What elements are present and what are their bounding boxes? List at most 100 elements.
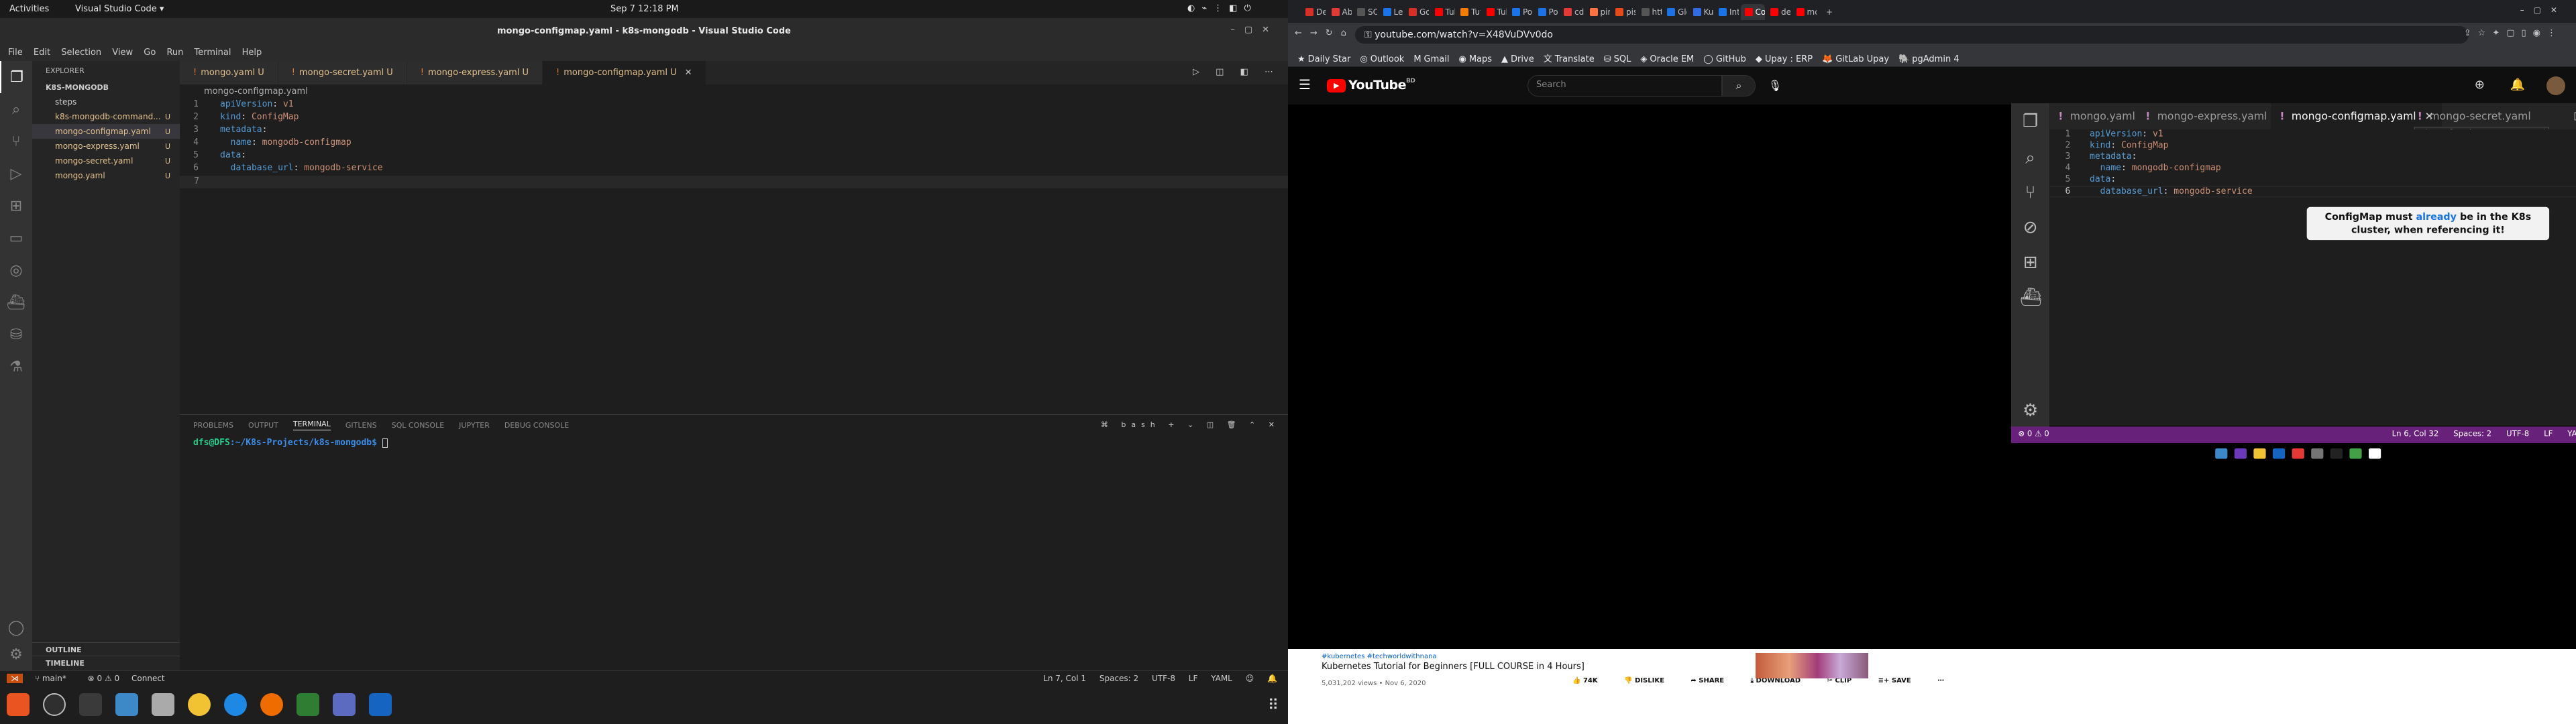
editor-tab[interactable]: ! mongo-express.yaml U [407, 61, 543, 84]
source-control-icon[interactable]: ⑂ [0, 125, 32, 158]
header-actions[interactable]: ⊕ 🔔 [2475, 78, 2536, 92]
search-input[interactable]: Search [1527, 75, 1722, 97]
code-editor[interactable]: 1 apiVersion: v1 2 kind: ConfigMap 3 metadata… [180, 99, 1288, 414]
breadcrumb[interactable]: mongo-configmap.yaml [180, 84, 1288, 99]
language-mode[interactable]: YAML [1211, 674, 1232, 683]
bookmark-item[interactable]: ◉ Maps [1458, 54, 1492, 64]
editor-actions[interactable]: ▷ ◫ ◧ ⋯ [1193, 67, 1280, 77]
browser-tab[interactable]: Go t [1405, 4, 1429, 20]
settings-app-icon[interactable] [43, 693, 66, 716]
bookmark-item[interactable]: ▲ Drive [1501, 54, 1534, 64]
branch-indicator[interactable]: ⑂ main* [35, 674, 76, 683]
dislike-button[interactable]: 👎 DISLIKE [1624, 677, 1676, 684]
bookmark-item[interactable]: 🐘 pgAdmin 4 [1898, 54, 1960, 64]
window-controls[interactable]: –▢✕ [2520, 5, 2567, 15]
browser-tab[interactable]: pis [1611, 4, 1635, 20]
browser-tab[interactable]: Pos [1534, 4, 1558, 20]
panel-tab[interactable]: GITLENS [345, 421, 377, 430]
ubuntu-icon[interactable] [7, 693, 30, 716]
browser-tab[interactable]: Glo [1663, 4, 1687, 20]
system-tray-icons[interactable]: ◐⌁⋮◧⏻ [1187, 3, 1258, 13]
menu-go[interactable]: Go [144, 48, 156, 58]
youtube-logo[interactable]: ▶ YouTubeBD [1327, 78, 1415, 93]
more-actions-icon[interactable]: ⋯ [1937, 677, 1944, 684]
eol[interactable]: LF [1189, 674, 1198, 683]
explorer-icon[interactable]: ❐ [0, 61, 32, 93]
bookmark-item[interactable]: ⛁ SQL [1604, 54, 1631, 64]
feedback-icon[interactable]: ☺ [1246, 674, 1254, 683]
panel-tab[interactable]: DEBUG CONSOLE [504, 421, 569, 430]
hashtags[interactable]: #kubernetes #techworldwithnana [1322, 653, 1437, 660]
bookmark-item[interactable]: ◎ Outlook [1360, 54, 1404, 64]
browser-tab[interactable]: Tub [1431, 4, 1455, 20]
files-app-icon[interactable] [115, 693, 138, 716]
test-icon[interactable]: ⚗ [0, 351, 32, 383]
browser-tab[interactable]: Abs [1328, 4, 1352, 20]
browser-tab[interactable]: http [1638, 4, 1662, 20]
menu-run[interactable]: Run [166, 48, 183, 58]
terminal-app-icon[interactable] [79, 693, 102, 716]
browser-tab[interactable]: pin [1586, 4, 1610, 20]
panel-tab[interactable]: PROBLEMS [193, 421, 233, 430]
database-icon[interactable]: ⛁ [0, 318, 32, 351]
editor-tab[interactable]: ! mongo-secret.yaml U [278, 61, 407, 84]
encoding[interactable]: UTF-8 [1152, 674, 1175, 683]
settings-gear-icon[interactable]: ⚙ [0, 638, 32, 670]
cursor-position[interactable]: Ln 7, Col 1 [1043, 674, 1086, 683]
menu-view[interactable]: View [112, 48, 133, 58]
panel-tab[interactable]: TERMINAL [292, 420, 331, 430]
browser-tab[interactable]: Kub [1689, 4, 1713, 20]
editor-tab[interactable]: ! mongo.yaml U [180, 61, 278, 84]
chrome-icon[interactable] [188, 693, 211, 716]
like-button[interactable]: 👍 74K [1572, 677, 1610, 684]
close-icon[interactable]: ✕ [685, 68, 692, 78]
project-folder[interactable]: K8S-MONGODB [32, 80, 180, 95]
activities-button[interactable]: Activities [9, 4, 49, 14]
indentation[interactable]: Spaces: 2 [1099, 674, 1138, 683]
breadcrumb-file[interactable]: mongo-configmap.yaml [204, 86, 308, 97]
file-item[interactable]: k8s-mongodb-command... U [32, 109, 180, 124]
bookmark-item[interactable]: 🦊 GitLab Upay [1822, 54, 1889, 64]
mic-icon[interactable]: 🎙 [1765, 76, 1785, 96]
browser-tab[interactable]: den [1766, 4, 1790, 20]
window-controls[interactable]: –▢✕ [1230, 25, 1279, 35]
panel-tab[interactable]: OUTPUT [248, 421, 278, 430]
run-debug-icon[interactable]: ▷ [0, 158, 32, 190]
outline-section[interactable]: OUTLINE [32, 642, 180, 657]
menu-edit[interactable]: Edit [34, 48, 50, 58]
file-manager-icon[interactable] [152, 693, 174, 716]
panel-actions[interactable]: ⌘ bash + ⌄ ◫ 🗑 ⌃ ✕ [1101, 420, 1280, 429]
file-item[interactable]: mongo-configmap.yaml U [32, 124, 180, 139]
file-item[interactable]: mongo-secret.yaml U [32, 154, 180, 168]
browser-tab[interactable]: Pos [1508, 4, 1532, 20]
extension-icons[interactable]: ⇪☆✦▢▯◉⋮ [2464, 28, 2563, 38]
browser-tab[interactable]: Tub [1483, 4, 1507, 20]
docker-icon[interactable]: ⛴ [0, 286, 32, 318]
timeline-section[interactable]: TIMELINE [32, 656, 180, 670]
gitlens-icon[interactable]: ◎ [0, 254, 32, 286]
recommended-thumbnail[interactable] [1756, 653, 1868, 678]
postman-icon[interactable] [260, 693, 283, 716]
new-tab-button[interactable]: + [1822, 4, 1854, 20]
save-button[interactable]: ≡+ SAVE [1878, 677, 1923, 684]
browser-tab[interactable]: Tut [1456, 4, 1481, 20]
show-apps-icon[interactable]: ⠿ [1268, 697, 1279, 714]
menu-file[interactable]: File [8, 48, 23, 58]
menu-terminal[interactable]: Terminal [195, 48, 231, 58]
file-item[interactable]: mongo-express.yaml U [32, 139, 180, 154]
connect-button[interactable]: Connect [131, 674, 165, 683]
panel-tab[interactable]: JUPYTER [459, 421, 490, 430]
browser-tab[interactable]: SOL [1353, 4, 1377, 20]
remote-indicator[interactable]: ⋊ [7, 674, 23, 683]
browser-tab[interactable]: mo [1792, 4, 1817, 20]
search-button[interactable]: ⌕ [1722, 75, 1756, 97]
menu-icon[interactable]: ☰ [1299, 76, 1311, 93]
browser-tab[interactable]: Inte [1715, 4, 1739, 20]
app-icon[interactable] [333, 693, 356, 716]
bookmark-item[interactable]: 文 Translate [1544, 52, 1595, 64]
share-button[interactable]: ➦ SHARE [1690, 677, 1736, 684]
browser-tab[interactable]: cdf [1560, 4, 1584, 20]
bookmark-item[interactable]: M Gmail [1413, 54, 1449, 64]
browser-tab[interactable]: Lea [1379, 4, 1403, 20]
avatar[interactable] [2546, 76, 2565, 95]
